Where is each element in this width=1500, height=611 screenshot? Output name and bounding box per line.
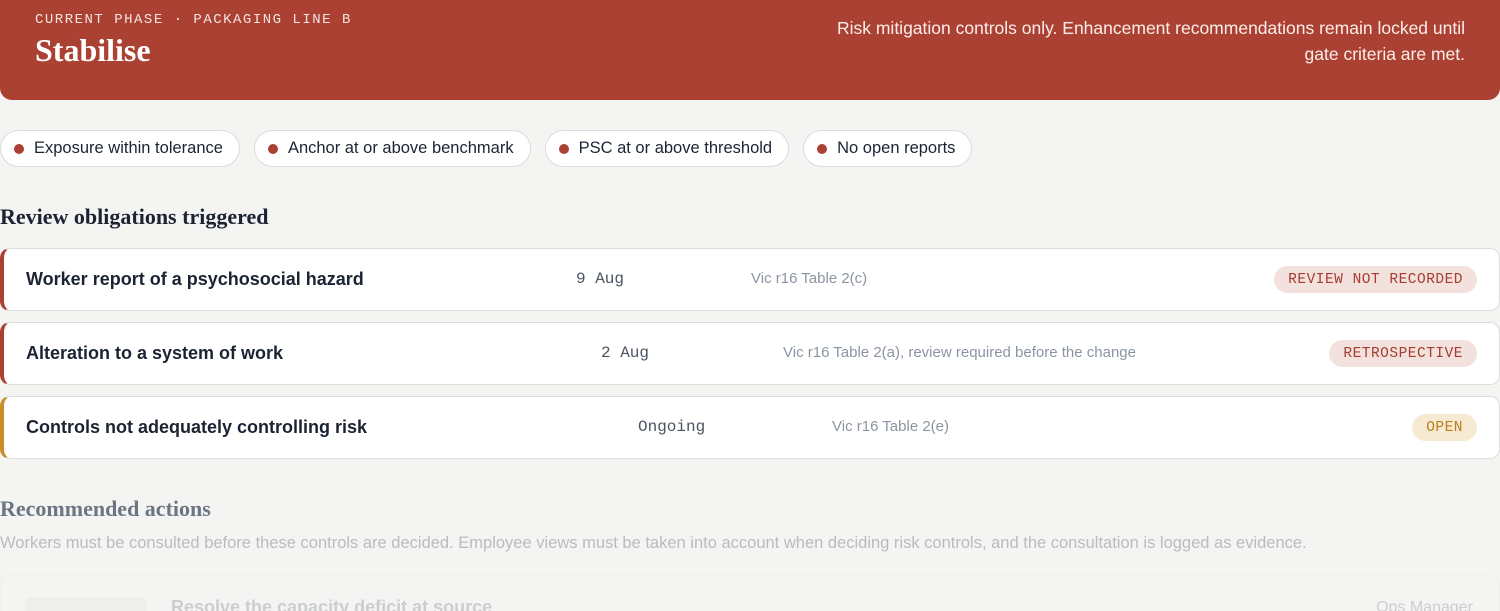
action-title: Resolve the capacity deficit at source xyxy=(171,597,493,611)
criterion-chip-anchor: Anchor at or above benchmark xyxy=(253,130,531,167)
gate-criteria: Exposure within tolerance Anchor at or a… xyxy=(0,130,973,167)
status-dot-icon xyxy=(14,143,24,154)
action-placeholder xyxy=(25,597,147,611)
obligation-date: Ongoing xyxy=(638,418,706,436)
obligations-heading: Review obligations triggered xyxy=(0,204,269,229)
phase-note: Risk mitigation controls only. Enhanceme… xyxy=(836,18,1465,64)
obligation-title: Alteration to a system of work xyxy=(26,343,284,363)
obligation-reference: Vic r16 Table 2(c) xyxy=(751,270,868,287)
action-owner: Ops Manager xyxy=(1376,599,1473,611)
obligation-date: 9 Aug xyxy=(576,270,625,288)
criterion-chip-reports: No open reports xyxy=(803,130,973,167)
criterion-label: Anchor at or above benchmark xyxy=(287,139,514,157)
obligation-title: Controls not adequately controlling risk xyxy=(26,417,368,437)
status-badge: OPEN xyxy=(1412,414,1477,441)
recommended-heading: Recommended actions xyxy=(0,496,211,521)
phase-banner: CURRENT PHASE · PACKAGING LINE B Stabili… xyxy=(0,0,1500,100)
obligation-row[interactable]: Alteration to a system of work 2 Aug Vic… xyxy=(0,322,1500,385)
criterion-chip-psc: PSC at or above threshold xyxy=(544,130,790,167)
phase-label: CURRENT PHASE · PACKAGING LINE B xyxy=(35,12,352,28)
status-dot-icon xyxy=(558,143,569,154)
obligation-date: 2 Aug xyxy=(601,344,650,362)
criterion-label: PSC at or above threshold xyxy=(578,139,773,157)
obligation-row[interactable]: Worker report of a psychosocial hazard 9… xyxy=(0,248,1500,311)
criterion-label: Exposure within tolerance xyxy=(34,139,223,157)
criterion-chip-exposure: Exposure within tolerance xyxy=(0,130,240,167)
criterion-label: No open reports xyxy=(837,139,956,157)
obligation-title: Worker report of a psychosocial hazard xyxy=(26,269,364,289)
recommended-action-card[interactable]: Resolve the capacity deficit at source O… xyxy=(0,574,1500,611)
status-badge: RETROSPECTIVE xyxy=(1329,340,1477,367)
obligation-reference: Vic r16 Table 2(e) xyxy=(832,418,950,435)
status-dot-icon xyxy=(267,143,278,154)
status-dot-icon xyxy=(817,143,828,154)
obligations-list: Worker report of a psychosocial hazard 9… xyxy=(0,248,1500,470)
status-badge: REVIEW NOT RECORDED xyxy=(1274,266,1477,293)
phase-title: Stabilise xyxy=(35,32,151,68)
obligation-row[interactable]: Controls not adequately controlling risk… xyxy=(0,396,1500,459)
recommended-description: Workers must be consulted before these c… xyxy=(0,534,1307,552)
obligation-reference: Vic r16 Table 2(a), review required befo… xyxy=(783,344,1136,361)
